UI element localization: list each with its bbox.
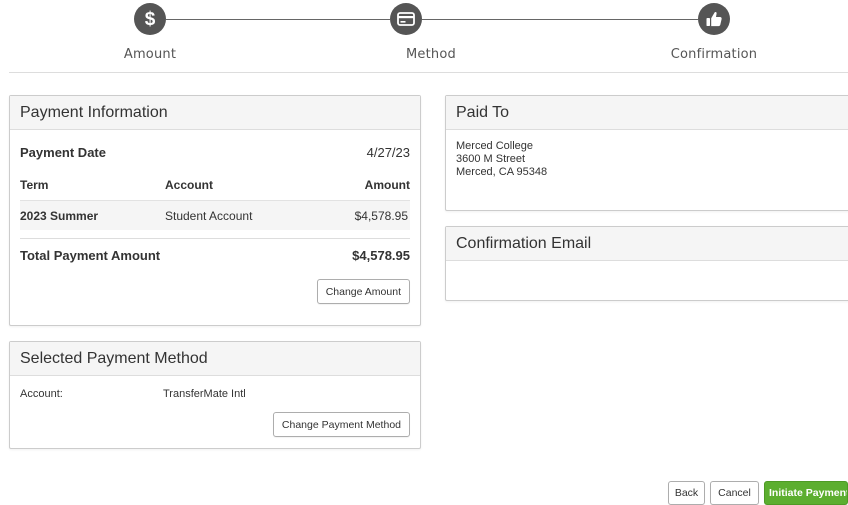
step-connector-line bbox=[422, 19, 698, 20]
total-payment-label: Total Payment Amount bbox=[20, 247, 161, 263]
change-method-row: Change Payment Method bbox=[20, 412, 410, 437]
payment-table-header: Term Account Amount bbox=[20, 172, 410, 200]
step-method-circle bbox=[390, 3, 422, 35]
step-connector-line bbox=[166, 19, 390, 20]
payment-date-label: Payment Date bbox=[20, 144, 106, 160]
back-button[interactable]: Back bbox=[668, 481, 705, 505]
confirmation-email-panel: Confirmation Email bbox=[445, 226, 848, 301]
payee-street: 3600 M Street bbox=[456, 153, 526, 165]
cancel-button[interactable]: Cancel bbox=[710, 481, 759, 505]
step-amount-circle: $ bbox=[134, 3, 166, 35]
paid-to-title: Paid To bbox=[446, 96, 848, 130]
step-amount-label: Amount bbox=[123, 47, 177, 62]
dollar-icon: $ bbox=[145, 9, 156, 29]
thumbs-up-icon bbox=[706, 12, 722, 27]
payment-information-panel: Payment Information Payment Date 4/27/23… bbox=[9, 95, 421, 326]
initiate-payment-button[interactable]: Initiate Payment bbox=[764, 481, 848, 505]
column-header-account: Account bbox=[165, 178, 213, 192]
payment-information-title: Payment Information bbox=[10, 96, 420, 130]
row-term: 2023 Summer bbox=[20, 208, 99, 223]
change-payment-method-button[interactable]: Change Payment Method bbox=[272, 412, 410, 437]
change-amount-row: Change Amount bbox=[20, 279, 410, 304]
svg-text:$: $ bbox=[145, 9, 156, 29]
credit-card-icon bbox=[397, 12, 415, 26]
payee-city: Merced, CA 95348 bbox=[456, 166, 548, 178]
column-header-amount: Amount bbox=[364, 178, 410, 192]
payment-date-value: 4/27/23 bbox=[366, 144, 410, 160]
payment-date-row: Payment Date 4/27/23 bbox=[20, 130, 410, 172]
payment-account-row: Account: TransferMate Intl bbox=[20, 376, 410, 412]
change-amount-button[interactable]: Change Amount bbox=[316, 279, 410, 304]
selected-payment-method-title: Selected Payment Method bbox=[10, 342, 420, 376]
payment-stepper: $ Amount Method Confirmation bbox=[0, 0, 848, 72]
confirmation-email-title: Confirmation Email bbox=[446, 227, 848, 261]
step-confirmation-circle bbox=[698, 3, 730, 35]
step-method-label: Method bbox=[406, 47, 456, 62]
table-row: 2023 Summer Student Account $4,578.95 bbox=[20, 200, 410, 230]
selected-payment-method-panel: Selected Payment Method Account: Transfe… bbox=[9, 341, 421, 449]
paid-to-panel: Paid To Merced College 3600 M Street Mer… bbox=[445, 95, 848, 211]
payee-name: Merced College bbox=[456, 140, 534, 152]
row-account: Student Account bbox=[165, 208, 253, 223]
payment-account-value: TransferMate Intl bbox=[163, 388, 246, 400]
step-confirmation-label: Confirmation bbox=[670, 47, 758, 62]
column-header-term: Term bbox=[20, 178, 49, 192]
total-payment-value: $4,578.95 bbox=[352, 247, 410, 263]
payment-account-label: Account: bbox=[20, 388, 63, 400]
total-payment-row: Total Payment Amount $4,578.95 bbox=[20, 239, 410, 271]
row-amount: $4,578.95 bbox=[354, 208, 408, 223]
stepper-divider bbox=[9, 72, 848, 73]
